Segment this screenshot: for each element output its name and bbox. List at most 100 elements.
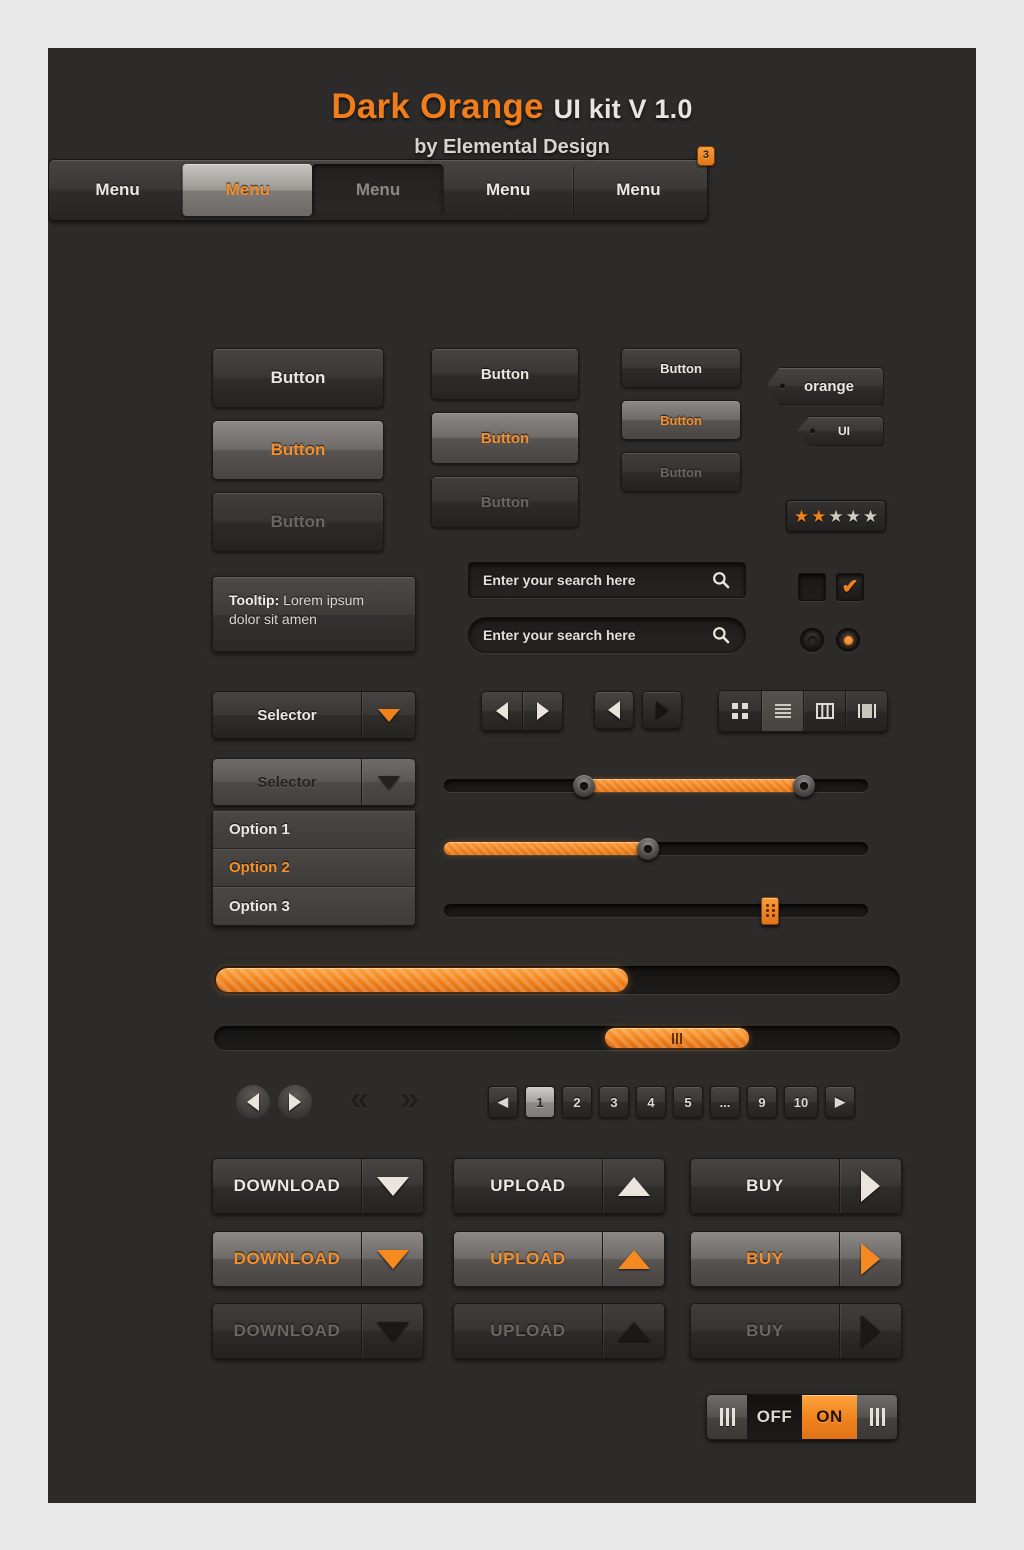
grip-slider[interactable]	[444, 896, 868, 925]
tooltip-title: Tooltip:	[229, 592, 280, 608]
segmented-toggle: OFF ON	[706, 1394, 898, 1440]
tag-hole-icon	[810, 428, 815, 434]
arrow-right-button[interactable]	[522, 692, 562, 730]
arrow-left-button[interactable]	[482, 692, 522, 730]
tag-hole-icon	[780, 383, 785, 389]
arrow-right-button-solo[interactable]	[642, 691, 682, 729]
slider-handle[interactable]	[636, 837, 659, 860]
pagination-page-10[interactable]: 10	[784, 1086, 818, 1118]
tooltip: Tooltip: Lorem ipsum dolor sit amen	[212, 576, 416, 652]
pagination-page-4[interactable]: 4	[636, 1086, 666, 1118]
search-icon[interactable]	[711, 570, 731, 590]
triangle-up-icon	[602, 1232, 664, 1286]
upload-button-disabled[interactable]: UPLOAD	[453, 1303, 665, 1359]
button-large-hover[interactable]: Button	[212, 420, 384, 480]
search-field-square[interactable]	[468, 562, 746, 598]
button-medium-hover[interactable]: Button	[431, 412, 579, 464]
dropdown-option-2[interactable]: Option 2	[213, 849, 415, 887]
pagination-next[interactable]: ▶	[825, 1086, 855, 1118]
search-input[interactable]	[483, 572, 711, 588]
tag-orange[interactable]: orange	[766, 367, 884, 405]
arrow-left-button-solo[interactable]	[594, 691, 634, 729]
button-medium-normal[interactable]: Button	[431, 348, 579, 400]
pagination-page-1[interactable]: 1	[525, 1086, 555, 1118]
menu-item-3[interactable]: Menu	[312, 163, 443, 216]
page-header: Dark Orange UI kit V 1.0 by Elemental De…	[48, 48, 976, 159]
range-slider-handle-end[interactable]	[793, 774, 816, 797]
list-view-icon[interactable]	[761, 691, 803, 731]
dropdown-option-1[interactable]: Option 1	[213, 811, 415, 849]
pagination-prev[interactable]: ◀	[488, 1086, 518, 1118]
radio-dot-icon	[843, 635, 853, 645]
selector-open[interactable]: Selector	[212, 758, 416, 806]
grip-slider-handle[interactable]	[761, 896, 780, 925]
buy-button-disabled[interactable]: BUY	[690, 1303, 902, 1359]
arrow-left-icon	[496, 702, 508, 720]
star-icon-3[interactable]: ★	[828, 508, 843, 525]
arrow-button-pair	[481, 691, 563, 731]
tag-ui[interactable]: UI	[796, 416, 884, 446]
column-view-icon[interactable]	[803, 691, 845, 731]
button-small-hover[interactable]: Button	[621, 400, 741, 440]
circle-next-button[interactable]	[278, 1085, 312, 1119]
upload-button-hover[interactable]: UPLOAD	[453, 1231, 665, 1287]
triangle-right-icon	[839, 1304, 901, 1358]
menu-item-label: Menu	[486, 179, 531, 199]
button-large-normal[interactable]: Button	[212, 348, 384, 408]
pagination-page-5[interactable]: 5	[673, 1086, 703, 1118]
upload-button-normal[interactable]: UPLOAD	[453, 1158, 665, 1214]
pagination-page-9[interactable]: 9	[747, 1086, 777, 1118]
selector-toggle[interactable]	[361, 692, 415, 738]
star-icon-1[interactable]: ★	[794, 508, 809, 525]
slider[interactable]	[444, 837, 868, 860]
range-slider-handle-start[interactable]	[572, 774, 595, 797]
scrollbar-thumb[interactable]	[605, 1028, 750, 1048]
search-input[interactable]	[483, 627, 711, 643]
menu-bar: Menu Menu Menu Menu Menu 3	[48, 145, 716, 221]
menu-item-4[interactable]: Menu	[442, 163, 573, 216]
checkbox-unchecked[interactable]	[798, 573, 826, 601]
double-chevron-left-icon[interactable]: «	[350, 1082, 369, 1116]
search-field-rounded[interactable]	[468, 617, 746, 653]
grid-view-icon[interactable]	[719, 691, 761, 731]
button-medium-disabled[interactable]: Button	[431, 476, 579, 528]
buy-button-hover[interactable]: BUY	[690, 1231, 902, 1287]
segmented-toggle-on[interactable]: ON	[802, 1395, 857, 1439]
action-label: UPLOAD	[454, 1159, 602, 1213]
star-icon-2[interactable]: ★	[811, 508, 826, 525]
action-label: UPLOAD	[454, 1232, 602, 1286]
button-small-normal[interactable]: Button	[621, 348, 741, 388]
triangle-up-icon	[602, 1304, 664, 1358]
menu-item-2[interactable]: Menu	[182, 163, 313, 216]
checkbox-checked[interactable]: ✔	[836, 573, 864, 601]
triangle-down-icon	[361, 1159, 423, 1213]
selector-closed[interactable]: Selector	[212, 691, 416, 739]
star-rating[interactable]: ★ ★ ★ ★ ★	[786, 500, 886, 532]
radio-unchecked[interactable]	[800, 628, 824, 652]
view-mode-group	[718, 690, 888, 732]
dropdown-option-3[interactable]: Option 3	[213, 887, 415, 925]
download-button-normal[interactable]: DOWNLOAD	[212, 1158, 424, 1214]
selector-toggle[interactable]	[361, 759, 415, 805]
button-large-disabled[interactable]: Button	[212, 492, 384, 552]
button-small-disabled[interactable]: Button	[621, 452, 741, 492]
star-icon-4[interactable]: ★	[846, 508, 861, 525]
pagination-page-2[interactable]: 2	[562, 1086, 592, 1118]
download-button-disabled[interactable]: DOWNLOAD	[212, 1303, 424, 1359]
radio-checked[interactable]	[836, 628, 860, 652]
page-subtitle: by Elemental Design	[414, 135, 610, 158]
star-icon-5[interactable]: ★	[863, 508, 878, 525]
detail-view-icon[interactable]	[845, 691, 887, 731]
segmented-toggle-off[interactable]: OFF	[747, 1395, 802, 1439]
menu-item-5[interactable]: Menu 3	[572, 145, 716, 216]
download-button-hover[interactable]: DOWNLOAD	[212, 1231, 424, 1287]
buy-button-normal[interactable]: BUY	[690, 1158, 902, 1214]
range-slider[interactable]	[444, 774, 868, 797]
search-icon[interactable]	[711, 625, 731, 645]
menu-item-1[interactable]: Menu	[53, 164, 182, 216]
circle-prev-button[interactable]	[236, 1085, 270, 1119]
pagination-page-3[interactable]: 3	[599, 1086, 629, 1118]
progress-bar-fill	[216, 968, 628, 992]
scrollbar[interactable]	[214, 1026, 900, 1050]
double-chevron-right-icon[interactable]: »	[400, 1082, 419, 1116]
